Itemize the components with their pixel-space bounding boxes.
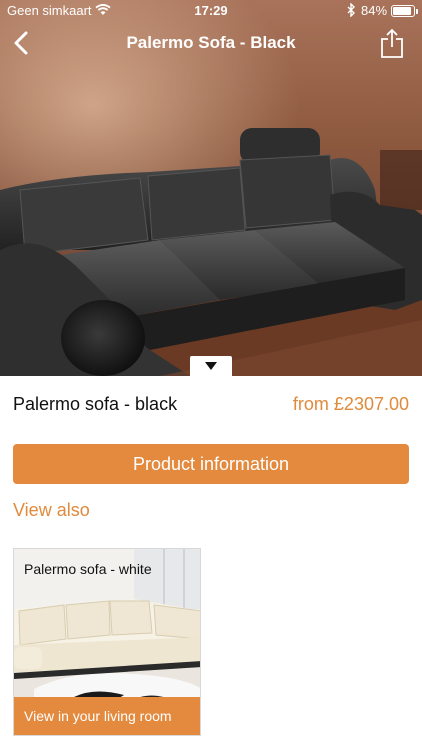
product-price: from £2307.00 — [292, 394, 409, 414]
related-product-title: Palermo sofa - white — [24, 561, 152, 577]
collapse-image-toggle[interactable] — [190, 356, 232, 376]
share-button[interactable] — [378, 27, 406, 59]
share-icon — [381, 28, 403, 58]
related-product-card[interactable]: Palermo sofa - white View in your living… — [13, 548, 201, 736]
back-button[interactable] — [8, 28, 36, 58]
status-bar: Geen simkaart 17:29 84% — [0, 0, 422, 22]
product-name: Palermo sofa - black — [13, 394, 178, 414]
page-title: Palermo Sofa - Black — [126, 33, 296, 52]
battery-percentage: 84% — [361, 3, 388, 18]
view-also-heading: View also — [13, 500, 90, 520]
battery-icon — [391, 5, 418, 17]
sofa-black-image — [0, 128, 422, 376]
triangle-down-icon — [205, 362, 217, 370]
clock-time: 17:29 — [194, 3, 228, 18]
product-information-button[interactable]: Product information — [13, 444, 409, 484]
chevron-left-icon — [14, 31, 28, 55]
bluetooth-icon — [346, 2, 356, 20]
view-in-living-room-button[interactable]: View in your living room — [14, 697, 200, 735]
product-hero-image — [0, 0, 422, 376]
